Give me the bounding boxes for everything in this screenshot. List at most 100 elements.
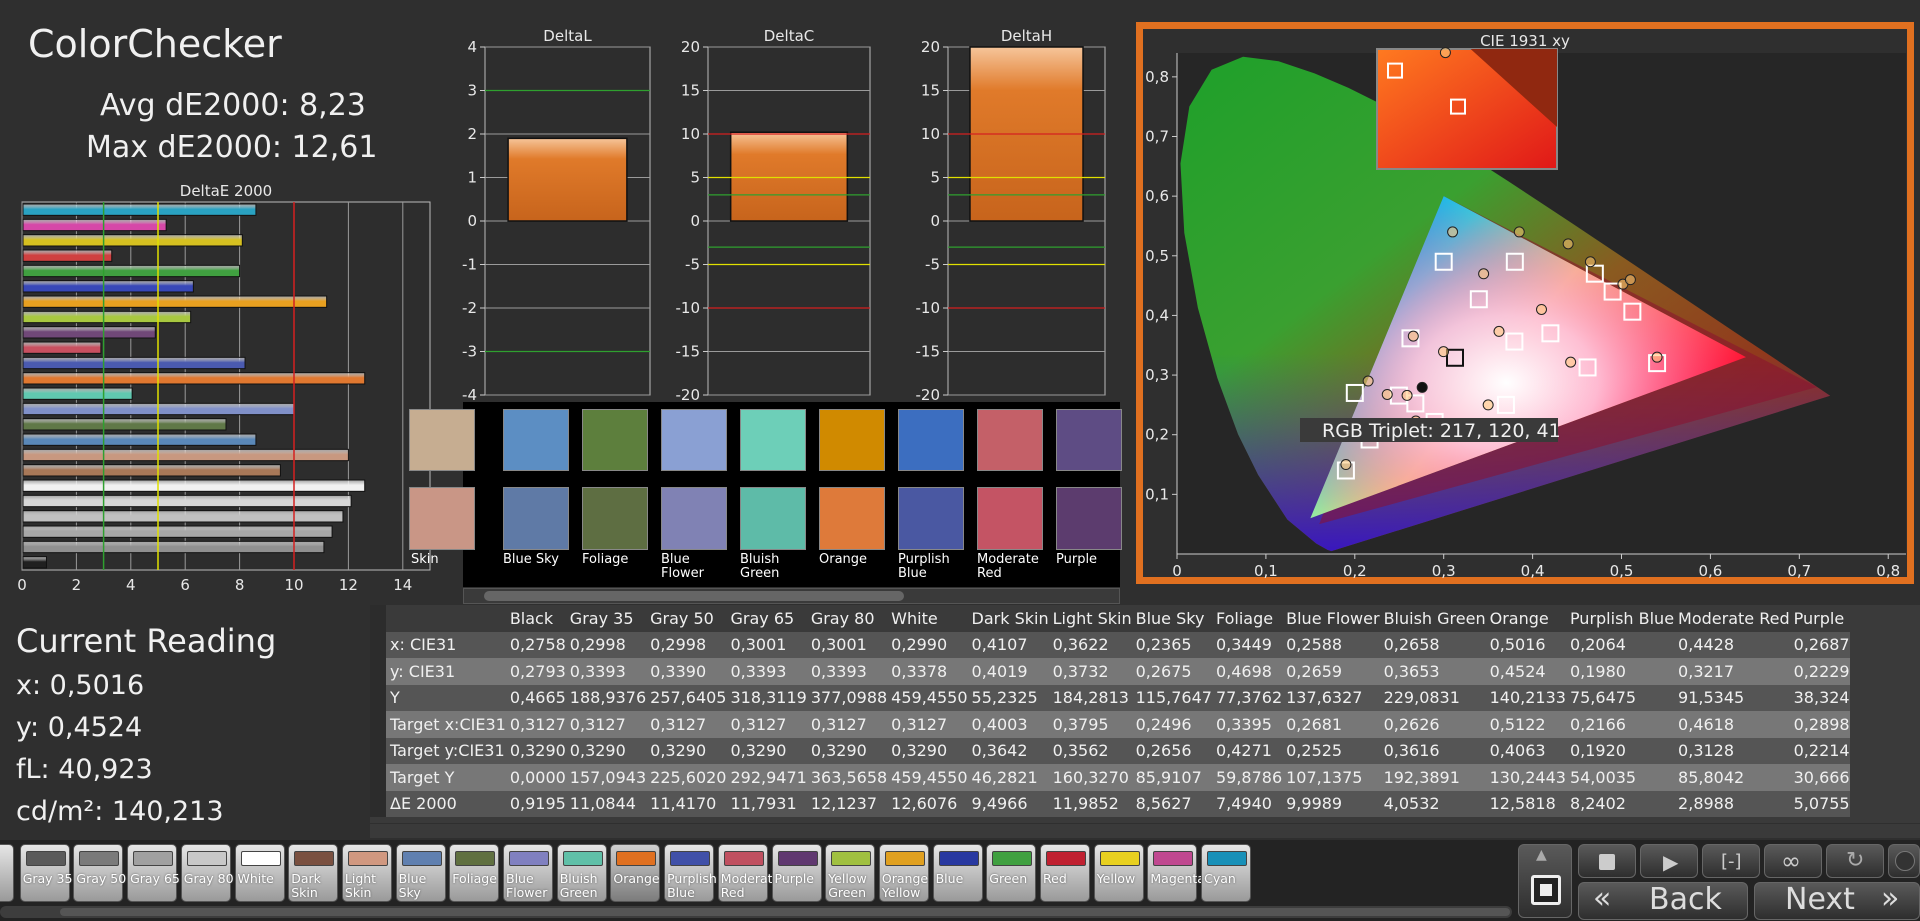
deltae-bar xyxy=(22,433,257,446)
table-cell: 46,2821 xyxy=(967,764,1049,791)
patch-chip xyxy=(723,851,764,866)
patch-button[interactable]: Green xyxy=(986,844,1037,902)
table-header-row: Black Gray 35 Gray 50 Gray 65 Gray 80 White Da… xyxy=(370,605,1850,632)
delta-y-tick: 1 xyxy=(467,169,477,187)
patch-button[interactable]: Orange xyxy=(610,844,661,902)
table-cell: 0,3653 xyxy=(1379,658,1486,685)
patch-button[interactable]: Light Skin xyxy=(341,844,392,902)
deltae-bar xyxy=(22,464,281,477)
table-cell: 225,6020 xyxy=(646,764,727,791)
patch-button[interactable]: Bluish Green xyxy=(556,844,607,902)
patch-button[interactable]: Blue xyxy=(932,844,983,902)
patch-button[interactable]: Red xyxy=(1040,844,1090,902)
table-cell: 292,9471 xyxy=(726,764,807,791)
patch-button[interactable]: White xyxy=(234,844,285,902)
delta-bar xyxy=(507,137,628,222)
patch-scrollbar[interactable] xyxy=(0,906,1512,918)
swatch-panel: Skin Blue Sky Foliage Blue Flower Bluish Gre… xyxy=(409,402,1122,587)
step-button[interactable]: [-] xyxy=(1702,844,1760,878)
table-row: Target x:CIE31 0,3127 0,3127 0,3127 0,3127 0,… xyxy=(370,711,1850,738)
swatch-bottom xyxy=(819,487,885,550)
patch-button[interactable]: Dark Skin xyxy=(288,844,339,902)
patch-label: Gray 50 xyxy=(76,871,127,886)
patch-button[interactable]: Gray 35 xyxy=(19,844,73,902)
column-header: Bluish Green xyxy=(1379,605,1486,632)
patch-chip xyxy=(992,851,1033,866)
cie-x-tick: 0,2 xyxy=(1343,562,1367,580)
table-cell: 12,5818 xyxy=(1485,790,1566,817)
patch-button[interactable]: Purplish Blue xyxy=(664,844,717,902)
table-cell: 0,2898 xyxy=(1789,711,1850,738)
patch-button[interactable]: Gray 65 xyxy=(127,844,180,902)
swatch-bottom xyxy=(898,487,964,550)
cie-x-tick: 0,7 xyxy=(1787,562,1811,580)
swatch-scroll-thumb[interactable] xyxy=(484,591,904,601)
patch-label: Gray 35 xyxy=(22,871,73,886)
table-cell: 0,2758 xyxy=(505,631,566,658)
patch-button[interactable]: Blue Flower xyxy=(503,844,553,902)
table-cell: 0,3127 xyxy=(646,711,727,738)
patch-label: Gray 80 xyxy=(183,871,234,886)
patch-chip xyxy=(938,851,979,866)
delta-y-tick: 20 xyxy=(921,38,940,56)
record-button[interactable] xyxy=(1888,844,1920,878)
table-cell: 0,3378 xyxy=(887,658,968,685)
deltae-bar xyxy=(22,494,352,508)
patch-button[interactable]: Foliage xyxy=(449,844,500,902)
table-cell: 0,2793 xyxy=(505,658,566,685)
table-cell: 229,0831 xyxy=(1379,684,1486,711)
swatch-label: Blue Sky xyxy=(503,552,559,567)
patch-button[interactable]: Yellow xyxy=(1093,844,1144,902)
patch-button[interactable]: Blue Sky xyxy=(395,844,446,902)
table-cell: 2,8988 xyxy=(1674,790,1790,817)
table-cell: 55,2325 xyxy=(967,684,1049,711)
column-header: Orange xyxy=(1485,605,1566,632)
table-cell: 0,5122 xyxy=(1485,711,1566,738)
patch-button[interactable]: Cyan xyxy=(1201,844,1252,902)
table-cell: 0,3290 xyxy=(887,737,968,764)
table-cell: 8,5627 xyxy=(1131,790,1212,817)
deltae-bar xyxy=(22,280,194,293)
cie-y-tick: 0,3 xyxy=(1145,366,1169,384)
patch-scroll-thumb[interactable] xyxy=(60,908,1510,916)
table-cell: 188,9376 xyxy=(565,684,647,711)
patch-chip xyxy=(455,851,496,866)
table-cell: 0,4063 xyxy=(1485,737,1566,764)
table-cell: 377,0988 xyxy=(806,684,888,711)
back-button[interactable]: « Back xyxy=(1578,881,1748,920)
table-cell: 77,3762 xyxy=(1211,684,1283,711)
table-scrollbar[interactable] xyxy=(370,824,1920,838)
table-cell: 0,4698 xyxy=(1211,658,1283,685)
play-button[interactable]: ▶ xyxy=(1640,844,1698,878)
cie-y-tick: 0,8 xyxy=(1145,68,1169,86)
patch-chip xyxy=(186,851,227,866)
patch-button[interactable]: Gray 80 xyxy=(180,844,234,902)
column-header: Light Skin xyxy=(1048,605,1132,632)
measure-button[interactable]: ▲ xyxy=(1518,844,1572,918)
stop-button[interactable] xyxy=(1578,844,1636,878)
table-cell: 0,3127 xyxy=(505,711,566,738)
row-label: Target y:CIE31 xyxy=(386,737,506,764)
back-arrow-icon: « xyxy=(1593,881,1612,916)
table-cell: 0,0000 xyxy=(505,764,566,791)
table-cell: 0,3795 xyxy=(1048,711,1132,738)
patch-button[interactable]: Purple xyxy=(771,844,822,902)
reading-y: y: 0,4524 xyxy=(16,712,143,743)
patch-button[interactable]: Magenta xyxy=(1147,844,1205,902)
loop-button[interactable]: ∞ xyxy=(1764,844,1822,878)
patch-button[interactable]: Moderate Red xyxy=(717,844,780,902)
row-label: Target Y xyxy=(386,764,506,791)
refresh-button[interactable]: ↻ xyxy=(1826,844,1884,878)
patch-button-black[interactable] xyxy=(0,844,14,902)
patch-button[interactable]: Orange Yellow xyxy=(878,844,929,902)
delta-y-tick: -15 xyxy=(676,343,701,361)
next-button[interactable]: Next » xyxy=(1754,881,1920,920)
deltae-x-tick: 10 xyxy=(284,576,303,594)
swatch-top xyxy=(740,409,806,471)
patch-button[interactable]: Yellow Green xyxy=(825,844,876,902)
patch-button[interactable]: Gray 50 xyxy=(73,844,127,902)
patch-chip xyxy=(670,851,711,866)
patch-chip xyxy=(347,851,388,866)
table-cell: 0,3616 xyxy=(1379,737,1486,764)
swatch-scrollbar[interactable] xyxy=(463,588,1120,604)
